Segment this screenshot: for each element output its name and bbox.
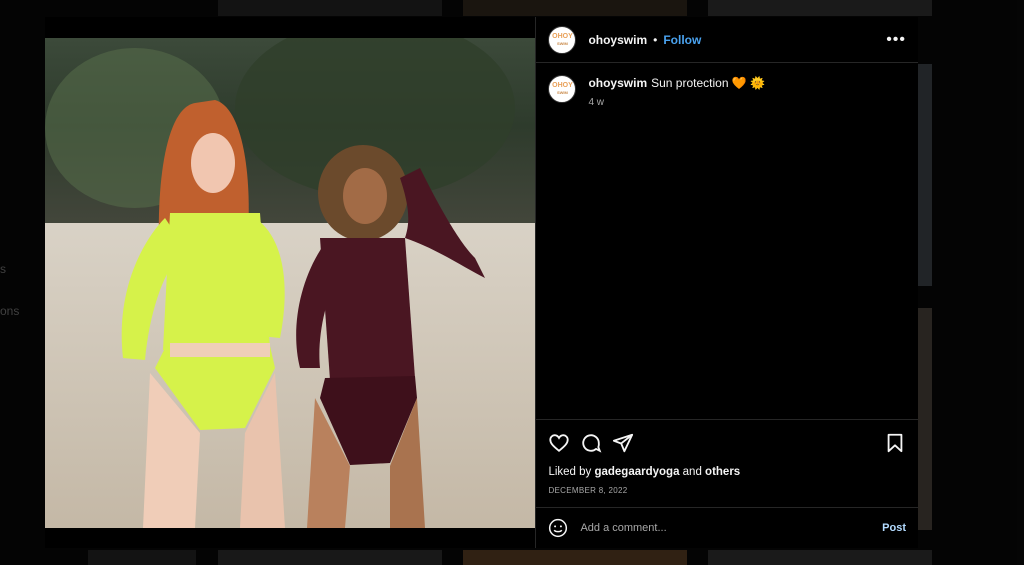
liked-by-others[interactable]: others xyxy=(705,466,740,478)
caption-time[interactable]: 4 w xyxy=(588,97,765,108)
follow-button[interactable]: Follow xyxy=(663,33,701,47)
action-bar xyxy=(548,428,906,458)
separator-dot: • xyxy=(653,32,658,47)
post-details-panel: OHOY SWIM ohoyswim • Follow ••• OHOY SWI… xyxy=(535,17,918,548)
likes-prefix: Liked by xyxy=(548,466,595,478)
comment-input[interactable] xyxy=(578,521,883,535)
bookmark-icon[interactable] xyxy=(884,432,906,454)
username-link[interactable]: ohoyswim xyxy=(588,33,647,47)
avatar[interactable]: OHOY SWIM xyxy=(548,75,577,103)
comment-icon[interactable] xyxy=(580,432,602,454)
more-icon[interactable]: ••• xyxy=(886,31,906,49)
heart-icon[interactable] xyxy=(548,432,570,454)
avatar-logo-text: OHOY xyxy=(552,82,573,89)
avatar-logo-subtext: SWIM xyxy=(556,40,568,46)
share-icon[interactable] xyxy=(612,432,634,454)
caption-body: Sun protection 🧡 🌞 xyxy=(651,76,766,90)
post-photo xyxy=(45,38,536,528)
avatar[interactable]: OHOY SWIM xyxy=(548,25,577,54)
emoji-icon[interactable] xyxy=(548,518,568,538)
likes-middle: and xyxy=(679,466,706,478)
liked-by-user[interactable]: gadegaardyoga xyxy=(594,466,679,478)
add-comment-bar: Post xyxy=(536,507,918,548)
post-header: OHOY SWIM ohoyswim • Follow ••• xyxy=(536,17,918,63)
caption-username[interactable]: ohoyswim xyxy=(588,76,647,90)
caption-text: ohoyswim Sun protection 🧡 🌞 xyxy=(588,75,765,91)
likes-summary: Liked by gadegaardyoga and others xyxy=(548,466,906,478)
comments-section: OHOY SWIM ohoyswim Sun protection 🧡 🌞 4 w xyxy=(536,63,918,419)
post-comment-button[interactable]: Post xyxy=(882,522,906,534)
post-image[interactable] xyxy=(45,38,536,528)
avatar-logo-subtext: SWIM xyxy=(556,90,568,95)
caption: OHOY SWIM ohoyswim Sun protection 🧡 🌞 4 w xyxy=(548,75,906,108)
post-date[interactable]: DECEMBER 8, 2022 xyxy=(548,486,906,495)
post-modal: OHOY SWIM ohoyswim • Follow ••• OHOY SWI… xyxy=(45,17,918,548)
actions-section: Liked by gadegaardyoga and others DECEMB… xyxy=(536,419,918,507)
avatar-logo-text: OHOY xyxy=(552,32,573,40)
